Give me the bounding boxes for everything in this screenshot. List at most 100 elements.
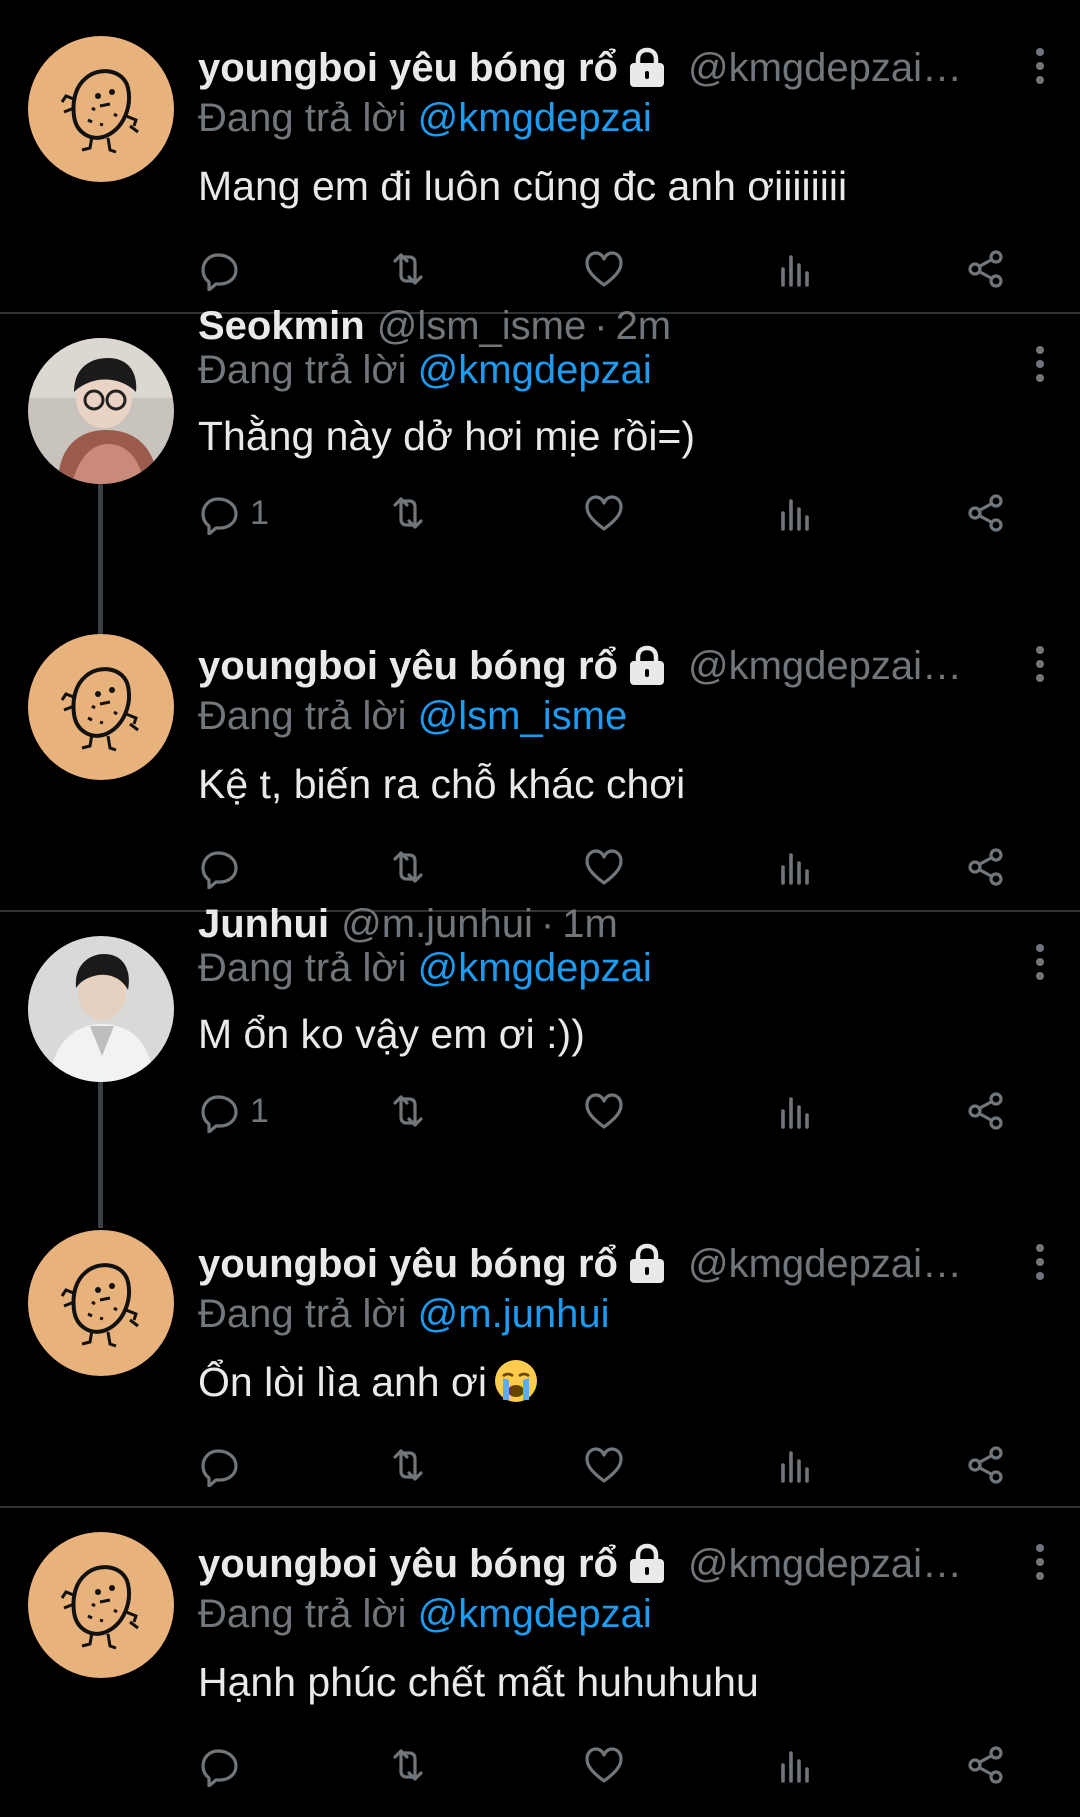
- tweet[interactable]: youngboi yêu bóng rổ @kmgdepzai ·... Đan…: [0, 0, 1080, 312]
- retweet-button[interactable]: [386, 1740, 430, 1790]
- reply-icon: [201, 1449, 238, 1487]
- retweet-button[interactable]: [386, 1086, 430, 1136]
- mention-link[interactable]: @kmgdepzai: [418, 348, 652, 392]
- share-button[interactable]: [964, 244, 1008, 294]
- avatar[interactable]: [28, 1230, 174, 1376]
- author-name[interactable]: youngboi yêu bóng rổ: [198, 1238, 618, 1290]
- lock-icon: [626, 47, 668, 89]
- tweet[interactable]: youngboi yêu bóng rổ @kmgdepzai ·... Đan…: [0, 1208, 1080, 1506]
- like-button[interactable]: [582, 244, 626, 294]
- mention-link[interactable]: @m.junhui: [418, 1292, 610, 1336]
- tweet-text-content: Ổn lòi lìa anh ơi: [198, 1359, 487, 1405]
- reply-button[interactable]: [198, 244, 250, 294]
- avatar[interactable]: [28, 634, 174, 780]
- views-button[interactable]: [774, 488, 818, 538]
- reply-button[interactable]: [198, 842, 250, 892]
- more-options-icon[interactable]: [1028, 644, 1052, 684]
- like-button[interactable]: [582, 1740, 626, 1790]
- author-handle[interactable]: @kmgdepzai ·...: [688, 640, 970, 692]
- share-icon: [968, 250, 1003, 288]
- tweet-text: Mang em đi luôn cũng đc anh ơiiiiiiii: [198, 163, 848, 209]
- avatar[interactable]: [28, 936, 174, 1082]
- potato-avatar-icon: [60, 1565, 140, 1650]
- retweet-button[interactable]: [386, 244, 430, 294]
- reply-prefix: Đang trả lời: [198, 1592, 407, 1636]
- more-options-icon[interactable]: [1028, 46, 1052, 86]
- avatar[interactable]: [28, 338, 174, 484]
- views-button[interactable]: [774, 1086, 818, 1136]
- reply-count: 1: [250, 493, 269, 532]
- share-icon: [968, 1746, 1003, 1784]
- author-name[interactable]: youngboi yêu bóng rổ: [198, 1538, 618, 1590]
- like-button[interactable]: [582, 488, 626, 538]
- heart-icon: [585, 1447, 623, 1483]
- replying-to: Đang trả lời @kmgdepzai: [198, 92, 652, 144]
- share-button[interactable]: [964, 1440, 1008, 1490]
- share-button[interactable]: [964, 1740, 1008, 1790]
- reply-icon: [201, 1749, 238, 1787]
- replying-to: Đang trả lời @m.junhui: [198, 1288, 609, 1340]
- action-bar: [198, 244, 1028, 294]
- retweet-button[interactable]: [386, 488, 430, 538]
- share-icon: [968, 848, 1003, 886]
- views-button[interactable]: [774, 244, 818, 294]
- author-handle[interactable]: @kmgdepzai ·...: [688, 1538, 970, 1590]
- more-options-icon[interactable]: [1028, 1542, 1052, 1582]
- avatar[interactable]: [28, 1532, 174, 1678]
- mention-link[interactable]: @kmgdepzai: [418, 96, 652, 140]
- mention-link[interactable]: @kmgdepzai: [418, 1592, 652, 1636]
- retweet-icon: [393, 497, 423, 529]
- tweet-text: Kệ t, biến ra chỗ khác chơi: [198, 761, 686, 807]
- mention-link[interactable]: @lsm_isme: [418, 694, 628, 738]
- replying-to: Đang trả lời @kmgdepzai: [198, 942, 652, 994]
- views-button[interactable]: [774, 1440, 818, 1490]
- author-handle[interactable]: @kmgdepzai ·...: [688, 1238, 970, 1290]
- tweet-text: Hạnh phúc chết mất huhuhuhu: [198, 1659, 759, 1705]
- reply-button[interactable]: [198, 1740, 250, 1790]
- share-button[interactable]: [964, 1086, 1008, 1136]
- reply-button[interactable]: 1: [198, 1086, 269, 1136]
- share-button[interactable]: [964, 488, 1008, 538]
- lock-icon: [626, 645, 668, 687]
- tweet[interactable]: youngboi yêu bóng rổ @kmgdepzai ·... Đan…: [0, 1508, 1080, 1817]
- potato-avatar-icon: [60, 69, 140, 154]
- tweet[interactable]: Junhui @m.junhui · 1m Đang trả lời @kmgd…: [0, 902, 1080, 1208]
- author-name[interactable]: youngboi yêu bóng rổ: [198, 640, 618, 692]
- reply-prefix: Đang trả lời: [198, 946, 407, 990]
- action-bar: 1: [198, 488, 1028, 538]
- reply-prefix: Đang trả lời: [198, 1292, 407, 1336]
- tweet[interactable]: youngboi yêu bóng rổ @kmgdepzai ·... Đan…: [0, 610, 1080, 910]
- reply-count: 1: [250, 1091, 269, 1130]
- share-button[interactable]: [964, 842, 1008, 892]
- tweet[interactable]: Seokmin @lsm_isme · 2m Đang trả lời @kmg…: [0, 304, 1080, 610]
- author-handle[interactable]: @kmgdepzai ·...: [688, 42, 970, 94]
- heart-icon: [585, 1093, 623, 1129]
- author-name[interactable]: youngboi yêu bóng rổ: [198, 42, 618, 94]
- reply-icon: [201, 851, 238, 889]
- heart-icon: [585, 849, 623, 885]
- lock-icon: [626, 1243, 668, 1285]
- views-button[interactable]: [774, 842, 818, 892]
- retweet-icon: [393, 253, 423, 285]
- like-button[interactable]: [582, 1440, 626, 1490]
- views-icon: [781, 255, 809, 287]
- potato-avatar-icon: [60, 1263, 140, 1348]
- reply-icon: [201, 497, 238, 535]
- like-button[interactable]: [582, 1086, 626, 1136]
- views-icon: [781, 853, 809, 885]
- mention-link[interactable]: @kmgdepzai: [418, 946, 652, 990]
- photo-avatar-icon: [28, 936, 174, 1082]
- views-button[interactable]: [774, 1740, 818, 1790]
- more-options-icon[interactable]: [1028, 942, 1052, 982]
- retweet-icon: [393, 1449, 423, 1481]
- reply-prefix: Đang trả lời: [198, 348, 407, 392]
- retweet-icon: [393, 1749, 423, 1781]
- reply-button[interactable]: [198, 1440, 250, 1490]
- avatar[interactable]: [28, 36, 174, 182]
- retweet-button[interactable]: [386, 1440, 430, 1490]
- more-options-icon[interactable]: [1028, 344, 1052, 384]
- reply-button[interactable]: 1: [198, 488, 269, 538]
- retweet-button[interactable]: [386, 842, 430, 892]
- like-button[interactable]: [582, 842, 626, 892]
- more-options-icon[interactable]: [1028, 1242, 1052, 1282]
